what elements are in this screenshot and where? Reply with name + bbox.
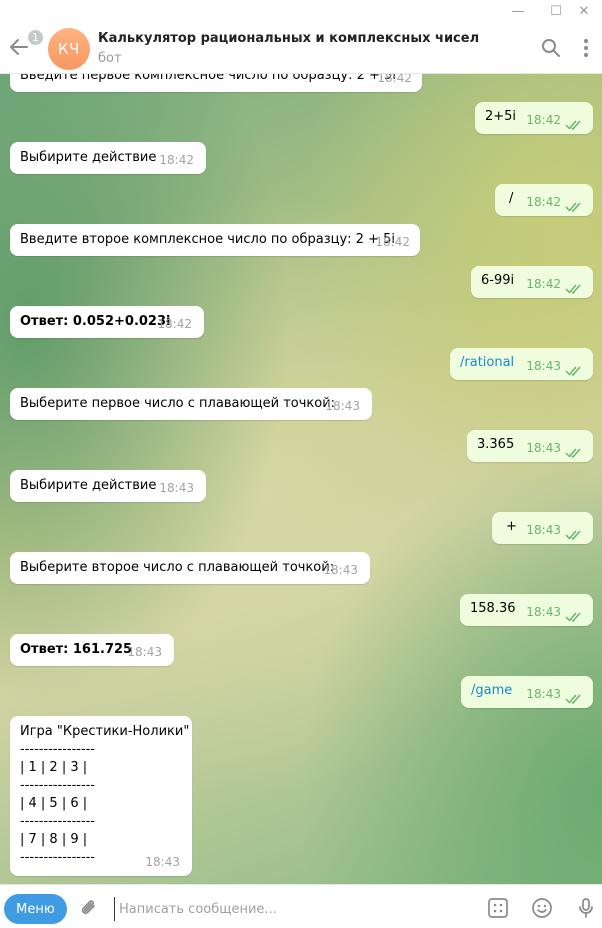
chat-title[interactable]: Калькулятор рациональных и комплексных ч… <box>98 31 479 46</box>
message-incoming-game-board[interactable]: Игра "Крестики-Нолики" ---------------- … <box>10 716 192 876</box>
bot-commands-icon <box>488 898 508 918</box>
message-text: 3.365 <box>477 437 515 452</box>
message-text: Выбирите действие <box>20 478 157 493</box>
message-incoming[interactable]: Выбирите действие 18:43 <box>10 470 206 502</box>
read-check-icon <box>565 284 581 295</box>
more-button[interactable] <box>574 36 598 60</box>
avatar-initials: КЧ <box>58 40 80 58</box>
message-time: 18:42 <box>377 74 412 85</box>
read-check-icon <box>565 530 581 541</box>
bot-commands-button[interactable] <box>486 896 510 920</box>
unread-badge: 1 <box>26 28 45 47</box>
attach-icon <box>81 900 95 914</box>
read-check-icon <box>565 448 581 459</box>
chat-subtitle: бот <box>98 51 122 66</box>
read-check-icon <box>565 694 581 705</box>
chat-header: 1 КЧ Калькулятор рациональных и комплекс… <box>0 22 602 74</box>
message-outgoing[interactable]: 3.365 18:43 <box>467 430 593 462</box>
message-text: Ответ: 0.052+0.023i <box>20 314 171 329</box>
command-link[interactable]: /game <box>471 683 512 698</box>
message-time: 18:43 <box>325 399 360 413</box>
close-icon: ✕ <box>578 3 590 19</box>
emoji-icon <box>532 898 552 918</box>
message-text: Выбирите действие <box>20 150 157 165</box>
message-incoming[interactable]: Выберите первое число с плавающей точкой… <box>10 388 372 420</box>
message-time: 18:43 <box>145 855 180 869</box>
message-time: 18:42 <box>526 195 561 209</box>
message-text: Выберите первое число с плавающей точкой… <box>20 396 336 411</box>
message-time: 18:43 <box>159 481 194 495</box>
close-button[interactable]: ✕ <box>566 0 602 22</box>
message-time: 18:43 <box>323 563 358 577</box>
search-icon <box>542 39 560 57</box>
command-link[interactable]: /rational <box>460 355 514 370</box>
window-titlebar: — ☐ ✕ <box>0 0 602 22</box>
read-check-icon <box>565 366 581 377</box>
read-check-icon <box>565 202 581 213</box>
message-text: 158.36 <box>470 601 516 616</box>
message-time: 18:43 <box>526 605 561 619</box>
menu-label: Меню <box>16 901 55 917</box>
message-text: Игра "Крестики-Нолики" ---------------- … <box>20 724 190 865</box>
read-check-icon <box>565 612 581 623</box>
message-time: 18:42 <box>159 153 194 167</box>
microphone-icon <box>579 898 593 918</box>
message-incoming[interactable]: Введите первое комплексное число по обра… <box>10 74 422 92</box>
chat-history[interactable]: Введите первое комплексное число по обра… <box>0 74 602 884</box>
message-outgoing[interactable]: 158.36 18:43 <box>460 594 593 626</box>
message-incoming[interactable]: Ответ: 0.052+0.023i 18:42 <box>10 306 204 338</box>
message-time: 18:43 <box>526 359 561 373</box>
minimize-icon: — <box>511 3 525 19</box>
message-time: 18:42 <box>526 113 561 127</box>
bot-menu-button[interactable]: Меню <box>4 894 67 924</box>
chat-avatar[interactable]: КЧ <box>48 28 90 70</box>
search-button[interactable] <box>539 36 563 60</box>
message-text: / <box>509 191 514 206</box>
message-input[interactable] <box>114 897 474 921</box>
message-text: Ответ: 161.725 <box>20 642 133 657</box>
message-incoming[interactable]: Введите второе комплексное число по обра… <box>10 224 420 256</box>
message-time: 18:43 <box>526 523 561 537</box>
attach-button[interactable] <box>77 896 101 920</box>
message-text: Введите первое комплексное число по обра… <box>20 74 396 83</box>
message-time: 18:43 <box>127 645 162 659</box>
emoji-button[interactable] <box>530 896 554 920</box>
message-incoming[interactable]: Выбирите действие 18:42 <box>10 142 206 174</box>
message-incoming[interactable]: Выберите второе число с плавающей точкой… <box>10 552 370 584</box>
message-composer: Меню <box>0 884 602 928</box>
message-text: 6-99i <box>481 273 515 288</box>
message-time: 18:43 <box>526 441 561 455</box>
message-text: 2+5i <box>485 109 517 124</box>
message-incoming[interactable]: Ответ: 161.725 18:43 <box>10 634 174 666</box>
message-outgoing[interactable]: /rational 18:43 <box>450 348 593 380</box>
minimize-button[interactable]: — <box>500 0 536 22</box>
message-outgoing[interactable]: /game 18:43 <box>461 676 593 708</box>
maximize-icon: ☐ <box>550 3 562 19</box>
message-text: + <box>506 519 517 534</box>
message-outgoing[interactable]: 2+5i 18:42 <box>475 102 593 134</box>
voice-message-button[interactable] <box>574 896 598 920</box>
message-outgoing[interactable]: + 18:43 <box>492 512 593 544</box>
message-time: 18:42 <box>526 277 561 291</box>
message-outgoing[interactable]: / 18:42 <box>495 184 593 216</box>
read-check-icon <box>565 120 581 131</box>
message-time: 18:42 <box>157 317 192 331</box>
message-outgoing[interactable]: 6-99i 18:42 <box>471 266 593 298</box>
message-text: Выберите второе число с плавающей точкой… <box>20 560 335 575</box>
message-text: Введите второе комплексное число по обра… <box>20 232 395 247</box>
message-time: 18:42 <box>375 235 410 249</box>
message-time: 18:43 <box>526 687 561 701</box>
more-vert-icon <box>584 39 588 57</box>
